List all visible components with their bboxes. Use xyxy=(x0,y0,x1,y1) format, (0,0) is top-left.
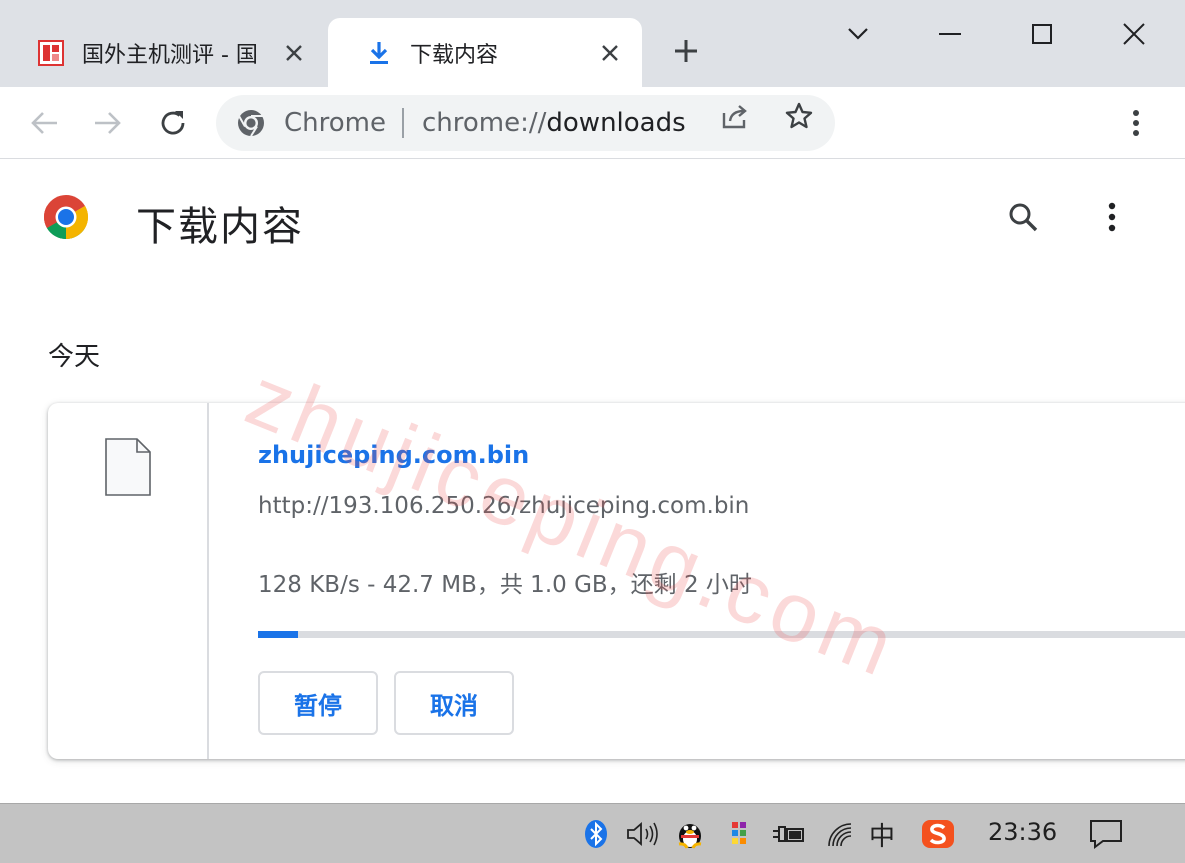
download-status-text: 128 KB/s - 42.7 MB，共 1.0 GB，还剩 2 小时 xyxy=(258,572,752,598)
qq-penguin-icon[interactable] xyxy=(672,816,708,852)
tab-downloads[interactable]: 下载内容 xyxy=(328,18,642,87)
tab-zhujiceping[interactable]: 国外主机测评 - 国 xyxy=(0,18,326,87)
close-window-button[interactable] xyxy=(1114,14,1154,54)
file-icon xyxy=(105,438,151,496)
origin-label: Chrome xyxy=(284,108,386,138)
file-icon-panel xyxy=(48,403,209,759)
chrome-logo-icon xyxy=(238,110,264,137)
browser-toolbar: Chrome chrome://downloads xyxy=(0,87,1185,159)
bookmark-star-icon[interactable] xyxy=(784,101,814,131)
tab-title: 下载内容 xyxy=(410,42,499,68)
sogou-input-icon[interactable] xyxy=(920,816,956,852)
color-grid-app-icon[interactable] xyxy=(722,816,758,852)
date-group-label: 今天 xyxy=(48,342,101,372)
download-source-url[interactable]: http://193.106.250.26/zhujiceping.com.bi… xyxy=(258,493,749,519)
tab-close-icon[interactable] xyxy=(596,39,624,67)
more-options-icon[interactable] xyxy=(1094,199,1130,235)
taskbar-clock[interactable]: 23:36 xyxy=(988,818,1057,846)
site-favicon-icon xyxy=(38,39,64,66)
browser-menu-icon[interactable] xyxy=(1118,105,1154,141)
maximize-button[interactable] xyxy=(1022,14,1062,54)
tab-title: 国外主机测评 - 国 xyxy=(82,42,258,68)
wifi-icon[interactable] xyxy=(822,816,858,852)
tab-strip: 国外主机测评 - 国 下载内容 xyxy=(0,0,1185,87)
download-icon xyxy=(366,40,392,66)
url-text[interactable]: chrome://downloads xyxy=(422,108,835,138)
share-icon[interactable] xyxy=(720,101,750,131)
reload-button[interactable] xyxy=(155,105,191,141)
power-plug-icon[interactable] xyxy=(770,816,806,852)
ime-indicator[interactable]: 中 xyxy=(864,816,900,852)
back-button[interactable] xyxy=(26,105,62,141)
forward-button[interactable] xyxy=(90,105,126,141)
download-progress-bar xyxy=(258,631,1185,638)
page-title: 下载内容 xyxy=(136,204,304,250)
pause-button[interactable]: 暂停 xyxy=(258,671,378,735)
tab-close-icon[interactable] xyxy=(280,39,308,67)
minimize-button[interactable] xyxy=(930,14,970,54)
search-icon[interactable] xyxy=(1005,199,1041,235)
notification-center-icon[interactable] xyxy=(1088,816,1124,852)
volume-icon[interactable] xyxy=(624,816,660,852)
omnibox-divider xyxy=(401,108,404,138)
new-tab-button[interactable] xyxy=(668,36,704,72)
bluetooth-icon[interactable] xyxy=(578,816,614,852)
chrome-logo-icon xyxy=(44,195,88,239)
cancel-button[interactable]: 取消 xyxy=(394,671,514,735)
download-file-name-link[interactable]: zhujiceping.com.bin xyxy=(258,441,529,469)
download-item-card: zhujiceping.com.bin http://193.106.250.2… xyxy=(48,403,1185,759)
download-progress-fill xyxy=(258,631,298,638)
tab-search-chevron-icon[interactable] xyxy=(838,14,878,54)
windows-taskbar: 中 23:36 xyxy=(0,803,1185,863)
